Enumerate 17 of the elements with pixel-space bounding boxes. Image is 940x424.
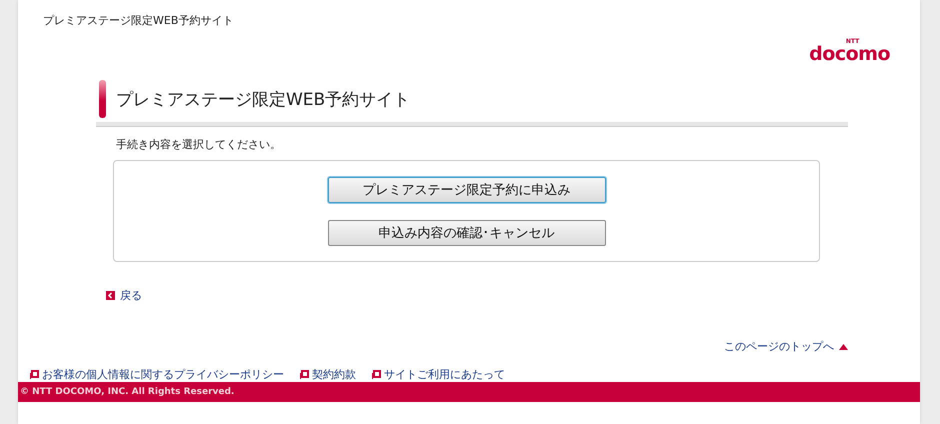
footer-link[interactable]: サイトご利用にあたって [384,367,505,382]
option-button[interactable]: プレミアステージ限定予約に申込み [328,176,606,202]
up-triangle-icon [839,344,848,350]
option-button[interactable]: 申込み内容の確認･キャンセル [328,220,606,246]
link-icon [300,370,309,379]
page-top-link[interactable]: このページのトップへ [724,339,834,354]
back-link[interactable]: 戻る [120,288,142,303]
back-icon [106,291,115,300]
site-title: プレミアステージ限定WEB予約サイト [42,13,234,29]
footer-link[interactable]: お客様の個人情報に関するプライバシーポリシー [42,367,284,382]
link-icon [372,370,381,379]
footer-link[interactable]: 契約約款 [312,367,356,382]
copyright-bar: © NTT DOCOMO, INC. All Rights Reserved. [18,382,920,402]
page-heading: プレミアステージ限定WEB予約サイト [116,88,410,110]
heading-accent [99,80,106,118]
instruction-text: 手続き内容を選択してください。 [116,137,282,152]
link-icon [30,370,39,379]
